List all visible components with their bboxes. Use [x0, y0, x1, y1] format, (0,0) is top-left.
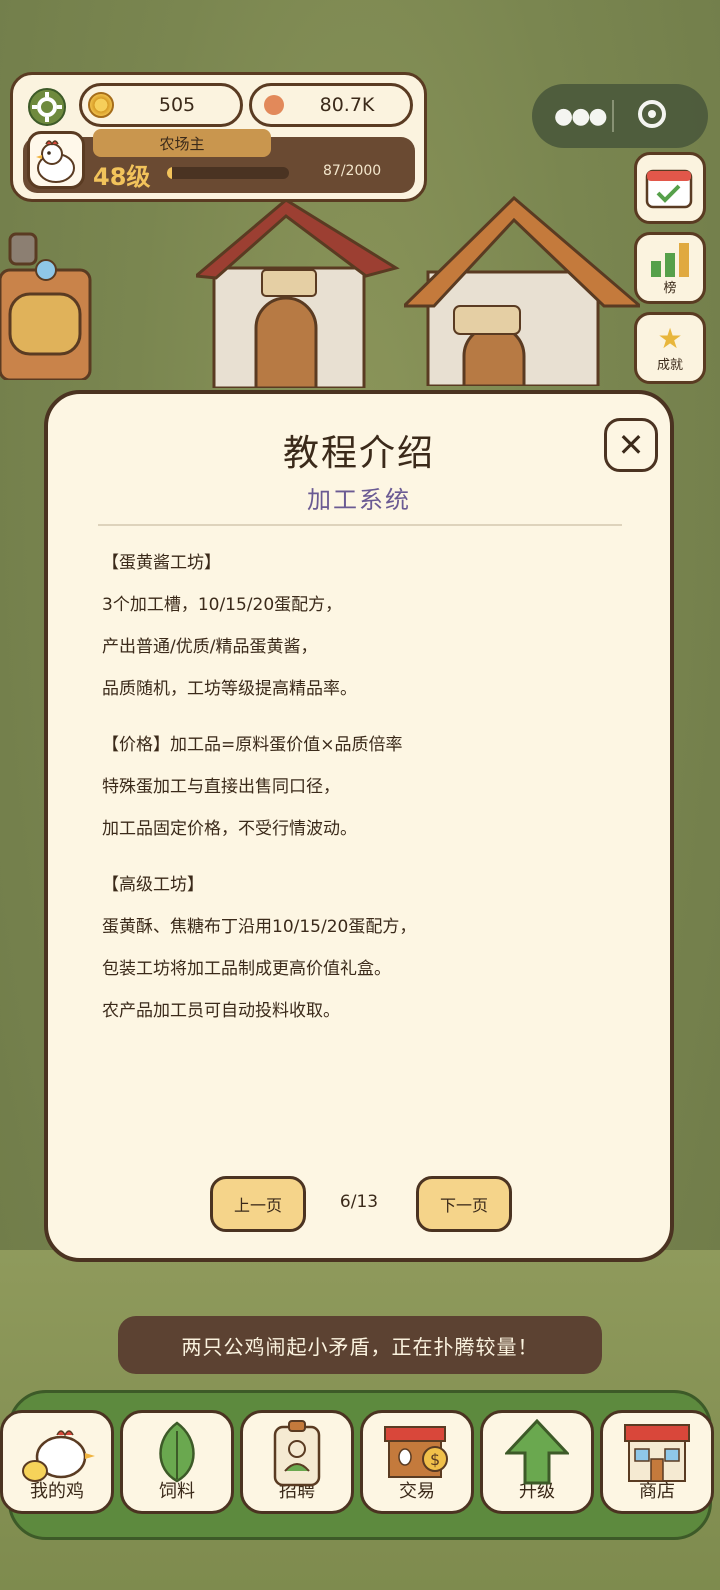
text-line: 加工品固定价格，不受行情波动。 [102, 819, 357, 839]
divider [98, 524, 622, 526]
miniprogram-capsule: ●●● [532, 84, 708, 148]
svg-text:$: $ [430, 1450, 440, 1469]
tutorial-dialog: 教程介绍 加工系统 ✕ 【蛋黄酱工坊】 3个加工槽，10/15/20蛋配方， 产… [44, 390, 674, 1262]
section-advanced-workshop: 【高级工坊】 蛋黄酥、焦糖布丁沿用10/15/20蛋配方， 包装工坊将加工品制成… [102, 864, 632, 1032]
badge-icon [273, 1420, 321, 1487]
shop-icon [624, 1424, 690, 1482]
achievement-label: 成就 [656, 357, 683, 373]
calendar-checkin-button[interactable] [634, 152, 706, 224]
coin-icon [88, 92, 114, 118]
calendar-icon [645, 169, 693, 209]
page-indicator: 6/13 [339, 1192, 379, 1212]
role-title[interactable]: 农场主 [93, 129, 271, 157]
section-mayo-workshop: 【蛋黄酱工坊】 3个加工槽，10/15/20蛋配方， 产出普通/优质/精品蛋黄酱… [102, 542, 632, 710]
text-line: 农产品加工员可自动投料收取。 [102, 1001, 340, 1021]
market-stall-icon: $ [384, 1426, 448, 1478]
coin-value: 505 [158, 94, 196, 116]
close-button[interactable]: ✕ [604, 418, 658, 472]
tab-trade[interactable]: $ 交易 [360, 1410, 474, 1514]
text-line: 【蛋黄酱工坊】 [102, 553, 221, 573]
close-miniprogram-icon[interactable] [638, 100, 666, 128]
gem-value: 80.7K [319, 94, 375, 116]
up-arrow-icon [505, 1419, 569, 1485]
event-toast: 两只公鸡闹起小矛盾，正在扑腾较量！ [118, 1316, 602, 1374]
player-hud: 505 80.7K 农场主 48级 87/2000 [10, 72, 427, 202]
avatar[interactable] [27, 131, 85, 189]
leaderboard-button[interactable]: 榜 [634, 232, 706, 304]
dialog-subtitle: 加工系统 [307, 486, 411, 514]
text-line: 包装工坊将加工品制成更高价值礼盒。 [102, 959, 391, 979]
gear-icon[interactable] [27, 87, 67, 127]
coop-house-right [404, 196, 640, 386]
achievement-button[interactable]: ★ 成就 [634, 312, 706, 384]
dialog-title: 教程介绍 [282, 433, 435, 474]
tab-upgrade[interactable]: 升级 [480, 1410, 594, 1514]
tutorial-content: 【蛋黄酱工坊】 3个加工槽，10/15/20蛋配方， 产出普通/优质/精品蛋黄酱… [102, 542, 632, 1046]
text-line: 蛋黄酥、焦糖布丁沿用10/15/20蛋配方， [102, 917, 417, 937]
gem-icon [264, 95, 284, 115]
pagination: 上一页 6/13 下一页 [48, 1176, 670, 1236]
bar-chart-icon [651, 242, 689, 277]
chicken-icon [22, 1430, 95, 1482]
text-line: 【高级工坊】 [102, 875, 204, 895]
more-menu-icon[interactable]: ●●● [554, 104, 608, 129]
star-icon: ★ [657, 321, 683, 355]
section-price: 【价格】加工品=原料蛋价值×品质倍率 特殊蛋加工与直接出售同口径， 加工品固定价… [102, 724, 632, 850]
text-line: 3个加工槽，10/15/20蛋配方， [102, 595, 343, 615]
next-page-button[interactable]: 下一页 [416, 1176, 512, 1232]
leaf-icon [159, 1421, 195, 1483]
close-icon: ✕ [617, 426, 645, 464]
text-line: 品质随机，工坊等级提高精品率。 [102, 679, 357, 699]
text-line: 产出普通/优质/精品蛋黄酱， [102, 637, 318, 657]
xp-progress-fill [167, 167, 173, 179]
coop-house-left [196, 198, 400, 388]
xp-text: 87/2000 [323, 163, 382, 179]
text-line: 特殊蛋加工与直接出售同口径， [102, 777, 340, 797]
leaderboard-label: 榜 [663, 280, 677, 296]
xp-progress-bar [167, 167, 289, 179]
text-line: 【价格】加工品=原料蛋价值×品质倍率 [102, 735, 403, 755]
oven-building [0, 232, 92, 380]
tab-shop[interactable]: 商店 [600, 1410, 714, 1514]
capsule-divider [612, 100, 614, 132]
rooster-avatar-icon [36, 140, 75, 183]
role-label: 农场主 [159, 134, 205, 153]
gem-counter[interactable]: 80.7K [249, 83, 413, 127]
coin-counter[interactable]: 505 [79, 83, 243, 127]
tab-recruit[interactable]: 招聘 [240, 1410, 354, 1514]
player-level: 48级 [93, 163, 151, 191]
tab-my-chickens[interactable]: 我的鸡 [0, 1410, 114, 1514]
tab-feed[interactable]: 饲料 [120, 1410, 234, 1514]
